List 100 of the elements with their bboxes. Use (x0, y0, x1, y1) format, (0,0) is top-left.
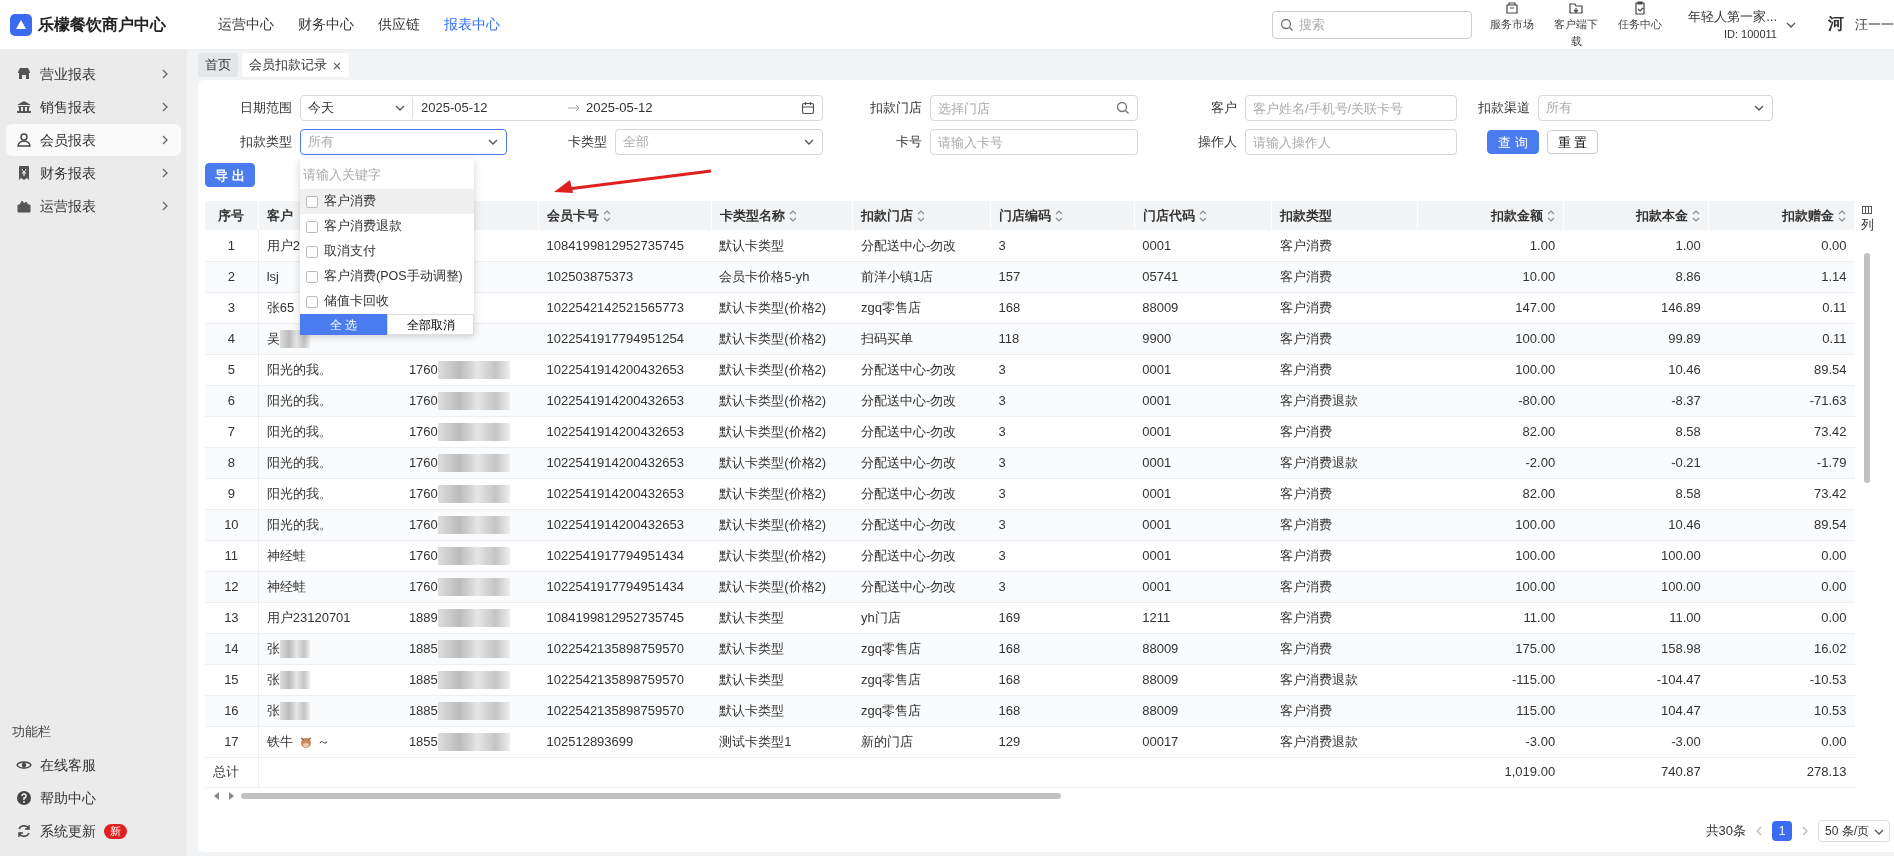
sidebar-item[interactable]: 运营报表 (6, 190, 181, 222)
table-cell: 1760 (408, 423, 438, 439)
table-cell: 12 (224, 578, 239, 594)
table-cell: 115.00 (1516, 702, 1556, 718)
menu-tab[interactable]: 报表中心 (432, 14, 512, 35)
table-cell: 100.00 (1661, 547, 1701, 563)
store-picker-field[interactable]: 选择门店 (930, 95, 1138, 121)
table-cell: 1760 (408, 361, 438, 377)
sidebar-link[interactable]: 系统更新 新 (6, 815, 181, 847)
query-button[interactable]: 查 询 (1487, 130, 1539, 154)
account-name: 年轻人第一家... (1688, 7, 1777, 26)
table-cell: 146.89 (1661, 299, 1701, 315)
page-tab[interactable]: 会员扣款记录 (242, 53, 349, 77)
person-icon (16, 132, 32, 148)
table-cell: 05741 (1142, 268, 1179, 284)
dropdown-option[interactable]: 客户消费退款 (300, 214, 474, 239)
table-cell: 默认卡类型 (719, 609, 785, 625)
dropdown-option[interactable]: 储值卡回收 (300, 289, 474, 314)
table-cell: 客户消费 (1279, 237, 1332, 253)
table-cell: 神经蛙 (266, 547, 306, 563)
input-field[interactable]: 请输入操作人 (1245, 129, 1457, 155)
dropdown-option[interactable]: 取消支付 (300, 239, 474, 264)
table-cell: 分配送中心-勿改 (860, 392, 957, 408)
table-cell: 0.00 (1821, 578, 1847, 594)
table-cell: 10.00 (1522, 268, 1556, 284)
column-header: 客户 (266, 206, 293, 225)
chevron-left-icon[interactable] (1754, 826, 1764, 836)
table-cell: 3 (998, 485, 1006, 501)
reset-button[interactable]: 重 置 (1546, 130, 1599, 154)
sort-icon[interactable] (917, 209, 926, 222)
table-cell: 客户消费 (1279, 423, 1332, 439)
export-button[interactable]: 导 出 (205, 163, 255, 187)
table-cell: 0.00 (1821, 237, 1847, 253)
page-button[interactable]: 1 (1772, 821, 1792, 841)
sidebar-item[interactable]: 营业报表 (6, 58, 181, 90)
receipt-icon (16, 165, 32, 181)
sidebar-item[interactable]: 会员报表 (6, 124, 181, 156)
table-cell: zgq零售店 (860, 702, 921, 718)
scrollbar-thumb[interactable] (1864, 252, 1870, 483)
sort-icon[interactable] (1055, 209, 1064, 222)
sort-icon[interactable] (603, 209, 611, 222)
table-cell: 3 (998, 237, 1006, 253)
input-field[interactable]: 请输入卡号 (930, 129, 1138, 155)
select-all-button[interactable]: 全 选 (300, 314, 387, 335)
clear-all-button[interactable]: 全部取消 (387, 314, 474, 335)
table-cell: 1.00 (1675, 237, 1701, 253)
column-setting-label[interactable]: 列 (1860, 215, 1874, 235)
toolbar-button[interactable]: 客户端下载 (1544, 0, 1609, 50)
sort-icon[interactable] (788, 209, 797, 222)
sidebar-item[interactable]: 财务报表 (6, 157, 181, 189)
preset-select[interactable]: 今天 (308, 98, 388, 118)
table-cell: 3 (998, 578, 1006, 594)
page-size-select[interactable]: 50 条/页 (1818, 820, 1890, 842)
table-cell: 100.00 (1661, 578, 1701, 594)
sidebar-link[interactable]: 帮助中心 (6, 782, 181, 814)
table-cell: 客户消费 (1279, 516, 1332, 532)
scrollbar-thumb[interactable] (241, 792, 1061, 799)
table-cell: 1022542135898759570 (546, 640, 684, 656)
table-cell: 1022542142521565773 (546, 299, 684, 315)
sort-icon[interactable] (1198, 209, 1207, 222)
account-id: ID: 100011 (1723, 27, 1777, 42)
sidebar-item[interactable]: 销售报表 (6, 91, 181, 123)
table-cell: 0001 (1142, 454, 1172, 470)
table-cell: 1084199812952735745 (546, 237, 684, 253)
page-tab[interactable]: 首页 (198, 53, 238, 77)
table-cell: 1 (227, 237, 235, 253)
table-cell: 10.46 (1668, 361, 1701, 377)
columns-icon[interactable] (1862, 205, 1872, 215)
table-cell: 11 (224, 547, 239, 563)
toolbar-button[interactable]: 服务市场 (1480, 0, 1545, 50)
sort-icon[interactable] (1546, 209, 1555, 222)
dropdown-option[interactable]: 客户消费(POS手动调整) (300, 264, 474, 289)
dropdown-option[interactable]: 客户消费 (300, 189, 474, 214)
table-cell: 用户2 (266, 237, 300, 253)
menu-tab[interactable]: 供应链 (366, 14, 432, 35)
table-cell: 客户消费 (1279, 609, 1332, 625)
table-cell: 118 (998, 330, 1020, 346)
table-cell: 默认卡类型 (719, 702, 785, 718)
keyword-input[interactable]: 请输入关键字 (303, 163, 469, 185)
sidebar-link[interactable]: 在线客服 (6, 749, 181, 781)
toolbar-button[interactable]: 任务中心 (1608, 0, 1673, 50)
table-cell: 100.00 (1515, 578, 1556, 594)
search-field[interactable]: 搜索 (1272, 10, 1473, 39)
menu-tab[interactable]: 财务中心 (286, 14, 366, 35)
input-field[interactable]: 客户姓名/手机号/关联卡号 (1245, 95, 1457, 121)
table-cell: 3 (998, 516, 1006, 532)
date-range-field[interactable]: 今天 2025-05-12 2025-05-12 (300, 95, 823, 121)
close-icon[interactable] (332, 60, 342, 71)
table-cell: 客户消费退款 (1279, 733, 1358, 749)
sort-icon[interactable] (1692, 209, 1701, 222)
scroll-left-icon[interactable] (213, 791, 221, 800)
sort-icon[interactable] (1838, 209, 1846, 222)
table-cell: 张65 (266, 299, 295, 315)
chevron-right-icon[interactable] (1800, 826, 1810, 836)
table-cell: 默认卡类型(价格2) (719, 454, 827, 470)
table-cell: 1760 (408, 454, 438, 470)
total-cell: 278.13 (1806, 764, 1847, 780)
scroll-right-icon[interactable] (227, 791, 235, 800)
menu-tab[interactable]: 运营中心 (206, 14, 286, 35)
table-cell: 阳光的我。 (266, 423, 332, 439)
